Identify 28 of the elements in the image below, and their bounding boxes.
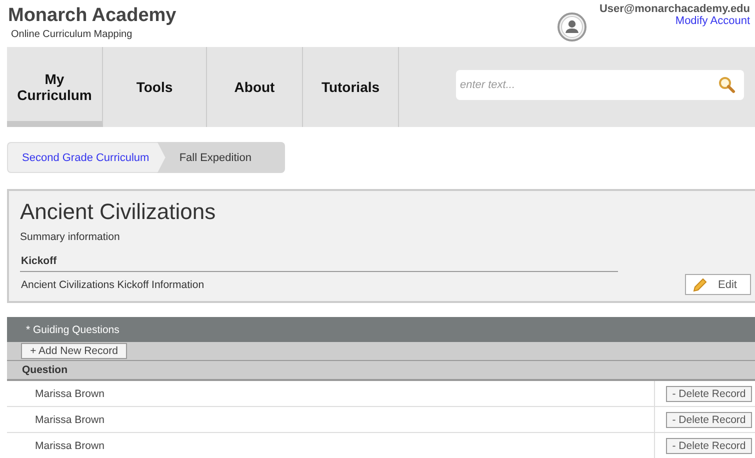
nav-tab[interactable]: Tools: [103, 47, 207, 127]
field-heading: Kickoff: [20, 255, 618, 272]
table-cell: Marissa Brown: [35, 440, 104, 452]
column-header: Question: [22, 364, 68, 376]
section-header: * Guiding Questions: [7, 317, 755, 342]
delete-record-button[interactable]: - Delete Record: [666, 412, 752, 428]
breadcrumb-item[interactable]: Second Grade Curriculum: [7, 142, 166, 173]
section-subtitle: Summary information: [20, 231, 121, 243]
user-email: User@monarchacademy.edu: [599, 3, 750, 15]
delete-record-button[interactable]: - Delete Record: [666, 386, 752, 402]
add-record-button[interactable]: + Add New Record: [21, 343, 127, 359]
search-icon[interactable]: [718, 76, 736, 94]
pencil-icon: [692, 276, 708, 292]
section-title: Ancient Civilizations: [20, 199, 217, 225]
delete-record-button[interactable]: - Delete Record: [666, 438, 752, 454]
breadcrumb-item[interactable]: Fall Expedition: [157, 142, 285, 173]
table-cell: Marissa Brown: [35, 388, 104, 400]
site-subtitle: Online Curriculum Mapping: [11, 29, 134, 40]
nav-tab[interactable]: Tutorials: [303, 47, 399, 127]
nav-tab[interactable]: About: [207, 47, 303, 127]
edit-button[interactable]: Edit: [685, 274, 751, 295]
nav-tab[interactable]: My Curriculum: [7, 47, 103, 127]
avatar-icon[interactable]: [557, 12, 588, 42]
search-field[interactable]: enter text...: [456, 70, 744, 100]
site-title: Monarch Academy: [8, 5, 176, 27]
table-cell: Marissa Brown: [35, 414, 104, 426]
field-text: Ancient Civilizations Kickoff Information: [21, 278, 204, 290]
modify-account-link[interactable]: Modify Account: [599, 15, 750, 27]
